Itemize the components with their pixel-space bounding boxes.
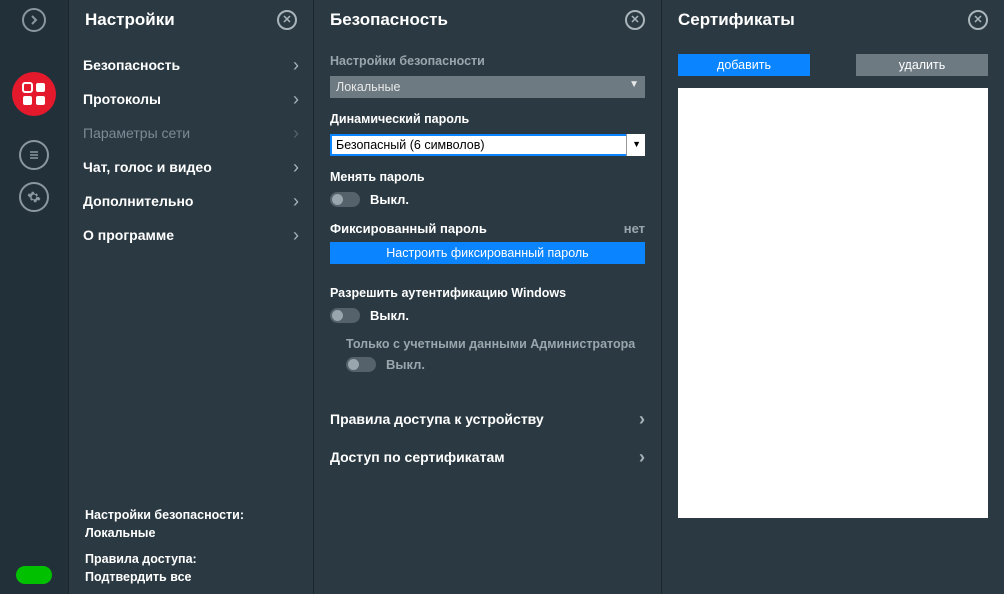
win-auth-sub-label: Только с учетными данными Администратора — [346, 337, 645, 351]
footer-access-label: Правила доступа: — [85, 552, 197, 566]
gear-icon[interactable] — [19, 182, 49, 212]
win-auth-toggle[interactable] — [330, 308, 360, 323]
device-access-label: Правила доступа к устройству — [330, 411, 544, 427]
footer-sec-label: Настройки безопасности: — [85, 508, 244, 522]
chevron-right-icon: › — [293, 192, 299, 210]
settings-panel: Настройки ✕ Безопасность › Протоколы › П… — [68, 0, 313, 594]
fixed-pass-label: Фиксированный пароль — [330, 221, 487, 236]
footer-sec-value: Локальные — [85, 526, 297, 540]
close-icon[interactable]: ✕ — [625, 10, 645, 30]
settings-item-label: Чат, голос и видео — [83, 159, 212, 175]
settings-item-label: Протоколы — [83, 91, 161, 107]
settings-item-chat[interactable]: Чат, голос и видео › — [83, 150, 299, 184]
settings-item-protocols[interactable]: Протоколы › — [83, 82, 299, 116]
expand-icon[interactable] — [22, 8, 46, 32]
settings-footer: Настройки безопасности: Локальные Правил… — [69, 492, 313, 586]
chevron-right-icon: › — [293, 226, 299, 244]
settings-item-security[interactable]: Безопасность › — [83, 48, 299, 82]
security-panel: Безопасность ✕ Настройки безопасности Ло… — [313, 0, 661, 594]
chevron-right-icon: › — [293, 56, 299, 74]
left-rail — [0, 0, 68, 594]
certificates-title: Сертификаты — [678, 10, 795, 30]
settings-item-advanced[interactable]: Дополнительно › — [83, 184, 299, 218]
chevron-right-icon: › — [293, 124, 299, 142]
change-pass-state: Выкл. — [370, 192, 409, 207]
add-cert-button[interactable]: добавить — [678, 54, 810, 76]
cert-access-row[interactable]: Доступ по сертификатам › — [330, 438, 645, 476]
change-pass-label: Менять пароль — [330, 170, 645, 184]
footer-access-value: Подтвердить все — [85, 570, 297, 584]
list-icon[interactable] — [19, 140, 49, 170]
fixed-pass-status: нет — [624, 221, 645, 236]
chevron-right-icon: › — [639, 448, 645, 466]
settings-item-label: Безопасность — [83, 57, 180, 73]
app-icon[interactable] — [12, 72, 56, 116]
win-auth-sub-toggle[interactable] — [346, 357, 376, 372]
settings-item-label: Дополнительно — [83, 193, 193, 209]
sec-settings-select[interactable]: Локальные — [330, 76, 645, 98]
win-auth-sub-state: Выкл. — [386, 357, 425, 372]
sec-settings-label: Настройки безопасности — [330, 54, 645, 68]
device-access-row[interactable]: Правила доступа к устройству › — [330, 400, 645, 438]
certificates-panel: Сертификаты ✕ добавить удалить — [661, 0, 1004, 594]
cert-access-label: Доступ по сертификатам — [330, 449, 505, 465]
settings-title: Настройки — [85, 10, 175, 30]
close-icon[interactable]: ✕ — [968, 10, 988, 30]
security-title: Безопасность — [330, 10, 448, 30]
dyn-pass-label: Динамический пароль — [330, 112, 645, 126]
settings-item-label: О программе — [83, 227, 174, 243]
change-pass-toggle[interactable] — [330, 192, 360, 207]
chevron-right-icon: › — [293, 90, 299, 108]
dyn-pass-select[interactable]: Безопасный (6 символов) — [330, 134, 645, 156]
fixed-pass-button[interactable]: Настроить фиксированный пароль — [330, 242, 645, 264]
settings-item-network: Параметры сети › — [83, 116, 299, 150]
status-indicator — [16, 566, 52, 584]
win-auth-state: Выкл. — [370, 308, 409, 323]
delete-cert-button[interactable]: удалить — [856, 54, 988, 76]
certificates-list[interactable] — [678, 88, 988, 518]
chevron-right-icon: › — [639, 410, 645, 428]
chevron-right-icon: › — [293, 158, 299, 176]
close-icon[interactable]: ✕ — [277, 10, 297, 30]
win-auth-label: Разрешить аутентификацию Windows — [330, 286, 645, 300]
settings-list: Безопасность › Протоколы › Параметры сет… — [69, 48, 313, 252]
settings-item-about[interactable]: О программе › — [83, 218, 299, 252]
settings-item-label: Параметры сети — [83, 125, 190, 141]
